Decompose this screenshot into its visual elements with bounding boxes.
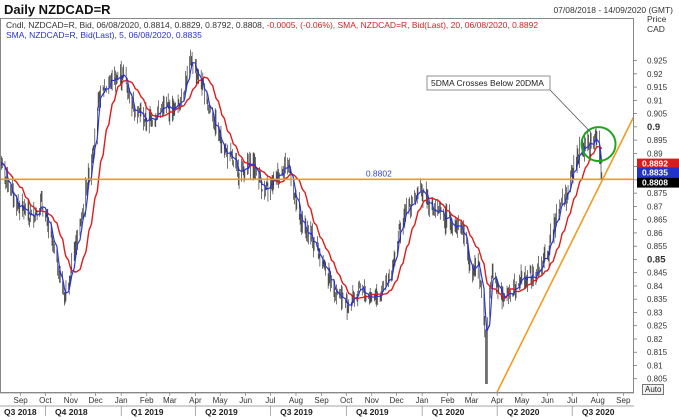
- y-tick-label: 0.92: [647, 70, 663, 79]
- price-tag-label-1: 0.8835: [642, 168, 668, 178]
- y-tick-label: 0.815: [647, 348, 668, 357]
- x-month-label: Oct: [340, 396, 353, 405]
- x-month-label: Jun: [239, 396, 252, 405]
- y-tick-label: 0.915: [647, 83, 668, 92]
- y-tick-label: 0.89: [647, 149, 663, 158]
- x-quarter-label: Q4 2019: [356, 407, 389, 417]
- x-month-label: Jan: [416, 396, 429, 405]
- y-tick-label: 0.925: [647, 57, 668, 66]
- x-month-label: Apr: [491, 396, 504, 405]
- support-level-label: 0.8802: [366, 168, 392, 178]
- x-month-label: Feb: [140, 396, 154, 405]
- x-month-label: Jul: [265, 396, 275, 405]
- y-tick-label: 0.825: [647, 322, 668, 331]
- y-tick-label: 0.84: [647, 282, 663, 291]
- price-axis-title: Price: [647, 14, 667, 24]
- x-month-label: Mar: [163, 396, 177, 405]
- x-month-label: Sep: [13, 396, 28, 405]
- plot-area: 0.8802 5DMA Crosses Below 20DMA: [0, 49, 634, 392]
- x-quarter-label: Q1 2019: [131, 407, 164, 417]
- y-tick-label: 0.865: [647, 216, 668, 225]
- x-month-label: Sep: [616, 396, 631, 405]
- price-axis-unit: CAD: [647, 24, 665, 34]
- x-month-label: Mar: [465, 396, 479, 405]
- y-tick-label: 0.845: [647, 269, 668, 278]
- y-tick-label: 0.855: [647, 242, 668, 251]
- y-tick-label: 0.91: [647, 96, 663, 105]
- x-quarter-label: Q1 2020: [432, 407, 465, 417]
- x-quarter-label: Q4 2018: [55, 407, 88, 417]
- x-month-label: Jan: [115, 396, 128, 405]
- x-quarter-label: Q2 2020: [507, 407, 540, 417]
- price-chart[interactable]: 0.8802 5DMA Crosses Below 20DMA PriceCAD 0.…: [0, 0, 679, 420]
- x-month-label: Nov: [64, 396, 78, 405]
- price-tag-label-2: 0.8808: [642, 178, 668, 188]
- y-tick-label: 0.895: [647, 136, 668, 145]
- x-month-label: Feb: [441, 396, 455, 405]
- y-tick-label: 0.85: [647, 254, 666, 265]
- crossover-circle: [580, 126, 617, 163]
- x-month-label: Aug: [591, 396, 605, 405]
- x-quarter-label: Q3 2018: [4, 407, 37, 417]
- y-tick-label: 0.9: [647, 122, 660, 133]
- x-quarter-label: Q3 2019: [280, 407, 313, 417]
- x-month-label: Dec: [389, 396, 403, 405]
- x-quarter-label: Q2 2019: [205, 407, 238, 417]
- y-tick-label: 0.81: [647, 361, 663, 370]
- price-axis: PriceCAD 0.805 0.81 0.815 0.82 0.825 0.83 0.835…: [634, 14, 679, 384]
- annotation: 5DMA Crosses Below 20DMA: [426, 75, 591, 133]
- x-month-label: May: [213, 396, 228, 405]
- sma5-line: [0, 62, 603, 334]
- x-month-label: Apr: [189, 396, 202, 405]
- x-month-label: Dec: [89, 396, 103, 405]
- x-quarter-label: Q3 2020: [582, 407, 615, 417]
- sma20-line: [0, 76, 603, 300]
- annotation-pointer: [549, 89, 591, 133]
- trend-line: [496, 115, 634, 392]
- y-tick-label: 0.905: [647, 110, 668, 119]
- y-tick-label: 0.82: [647, 335, 663, 344]
- x-month-label: Aug: [289, 396, 303, 405]
- x-month-label: Jun: [541, 396, 554, 405]
- y-tick-label: 0.875: [647, 189, 668, 198]
- y-tick-label: 0.86: [647, 229, 663, 238]
- y-tick-label: 0.835: [647, 295, 668, 304]
- y-tick-label: 0.83: [647, 308, 663, 317]
- auto-scale-button[interactable]: Auto: [642, 384, 665, 395]
- time-axis: Sep Oct Nov Dec Jan Feb Mar Apr May Jun Jul Aug Sep O…: [0, 392, 634, 417]
- x-month-label: Oct: [39, 396, 52, 405]
- annotation-text: 5DMA Crosses Below 20DMA: [431, 78, 544, 88]
- x-month-label: May: [514, 396, 529, 405]
- x-month-label: Sep: [314, 396, 329, 405]
- y-tick-label: 0.805: [647, 375, 668, 384]
- y-tick-label: 0.87: [647, 202, 663, 211]
- x-month-label: Nov: [365, 396, 379, 405]
- x-month-label: Jul: [567, 396, 577, 405]
- candles: [0, 49, 603, 385]
